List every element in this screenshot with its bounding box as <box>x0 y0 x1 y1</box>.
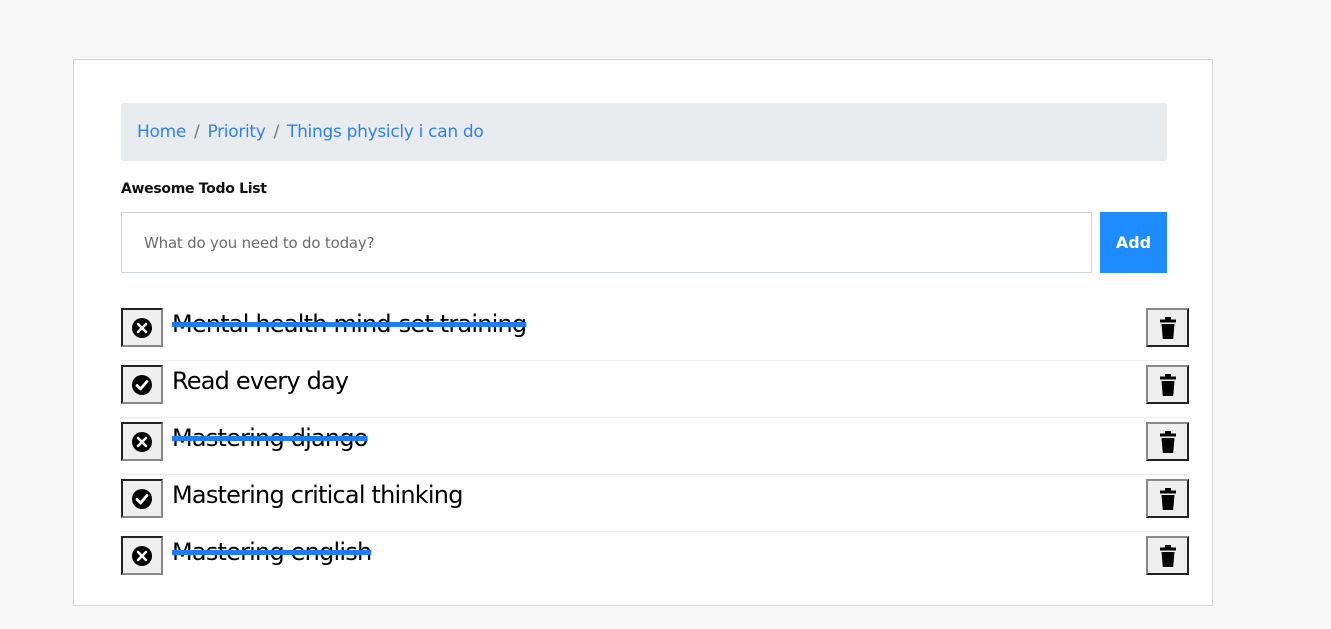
todo-text: Mastering critical thinking <box>172 481 463 509</box>
mark-undone-button[interactable] <box>121 536 163 575</box>
breadcrumb-separator: / <box>194 122 200 142</box>
breadcrumb: Home / Priority / Things physicly i can … <box>121 103 1167 161</box>
times-circle-icon <box>131 317 153 339</box>
check-circle-icon <box>131 488 153 510</box>
delete-button[interactable] <box>1146 536 1189 575</box>
breadcrumb-home-link[interactable]: Home <box>137 122 186 142</box>
breadcrumb-current-link[interactable]: Things physicly i can do <box>287 122 484 142</box>
trash-icon <box>1159 430 1176 453</box>
todo-item: Mental health mind-set training <box>121 304 1190 361</box>
times-circle-icon <box>131 431 153 453</box>
todo-item: Mastering django <box>121 418 1190 475</box>
todo-item: Mastering english <box>121 532 1190 589</box>
todo-item: Mastering critical thinking <box>121 475 1190 532</box>
list-title: Awesome Todo List <box>121 181 267 197</box>
todo-card: Home / Priority / Things physicly i can … <box>73 59 1213 606</box>
mark-undone-button[interactable] <box>121 422 163 461</box>
trash-icon <box>1159 316 1176 339</box>
delete-button[interactable] <box>1146 422 1189 461</box>
todo-text: Mastering django <box>172 424 368 452</box>
delete-button[interactable] <box>1146 365 1189 404</box>
delete-button[interactable] <box>1146 479 1189 518</box>
todo-item: Read every day <box>121 361 1190 418</box>
mark-undone-button[interactable] <box>121 308 163 347</box>
delete-button[interactable] <box>1146 308 1189 347</box>
todo-text: Mental health mind-set training <box>172 310 527 338</box>
add-button[interactable]: Add <box>1100 212 1167 273</box>
mark-done-button[interactable] <box>121 479 163 518</box>
todo-text: Read every day <box>172 367 349 395</box>
todo-list: Mental health mind-set training Read ever… <box>121 304 1190 589</box>
times-circle-icon <box>131 545 153 567</box>
mark-done-button[interactable] <box>121 365 163 404</box>
trash-icon <box>1159 544 1176 567</box>
trash-icon <box>1159 373 1176 396</box>
check-circle-icon <box>131 374 153 396</box>
breadcrumb-priority-link[interactable]: Priority <box>207 122 265 142</box>
todo-input[interactable] <box>121 212 1092 273</box>
breadcrumb-separator: / <box>273 122 280 142</box>
trash-icon <box>1159 487 1176 510</box>
todo-text: Mastering english <box>172 538 372 566</box>
